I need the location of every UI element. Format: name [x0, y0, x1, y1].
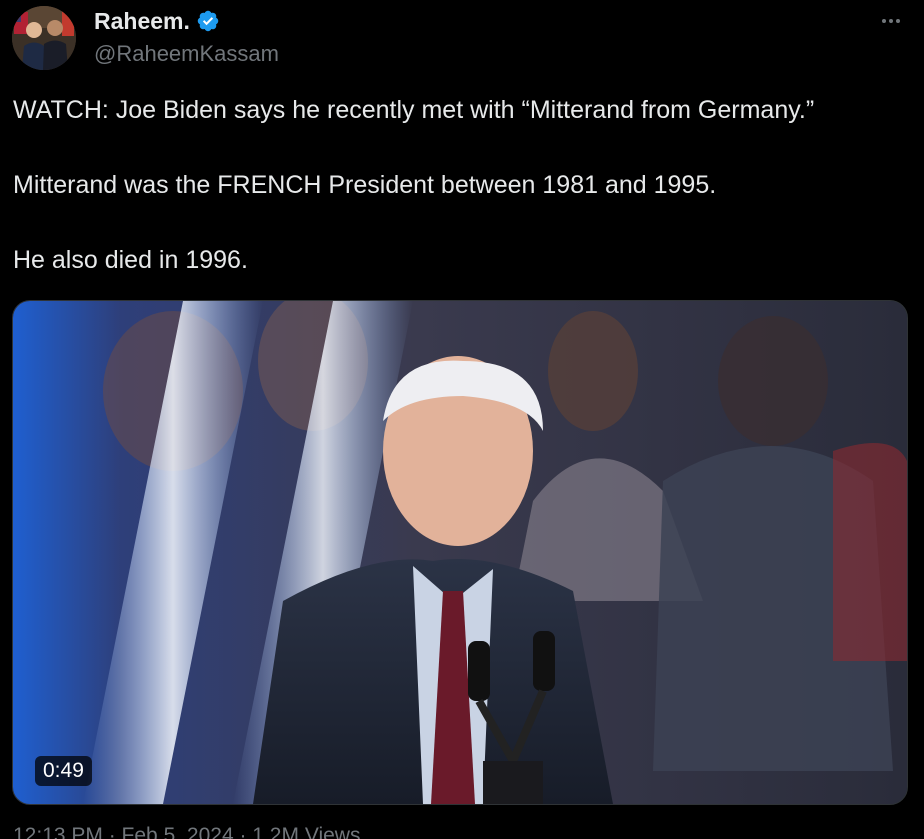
more-options-button[interactable] [876, 6, 906, 36]
tweet-paragraph: WATCH: Joe Biden says he recently met wi… [13, 96, 815, 124]
video-thumbnail [13, 301, 907, 804]
author-handle[interactable]: @RaheemKassam [94, 40, 279, 68]
ellipsis-icon [882, 19, 900, 23]
video-player[interactable]: 0:49 [12, 300, 908, 805]
tweet[interactable]: Raheem. @RaheemKassam WATCH: Joe Biden s… [0, 0, 924, 839]
video-duration-badge: 0:49 [35, 756, 92, 786]
avatar[interactable] [12, 6, 76, 70]
verified-badge-icon [196, 9, 220, 33]
tweet-text: WATCH: Joe Biden says he recently met wi… [13, 92, 913, 317]
author-name-row: Raheem. [94, 6, 220, 36]
tweet-metadata: 12:13 PM · Feb 5, 2024 · 1.2M Views [13, 824, 361, 839]
tweet-paragraph: He also died in 1996. [13, 246, 248, 274]
tweet-paragraph: Mitterand was the FRENCH President betwe… [13, 171, 717, 199]
author-display-name[interactable]: Raheem. [94, 6, 190, 36]
avatar-image [12, 6, 76, 70]
